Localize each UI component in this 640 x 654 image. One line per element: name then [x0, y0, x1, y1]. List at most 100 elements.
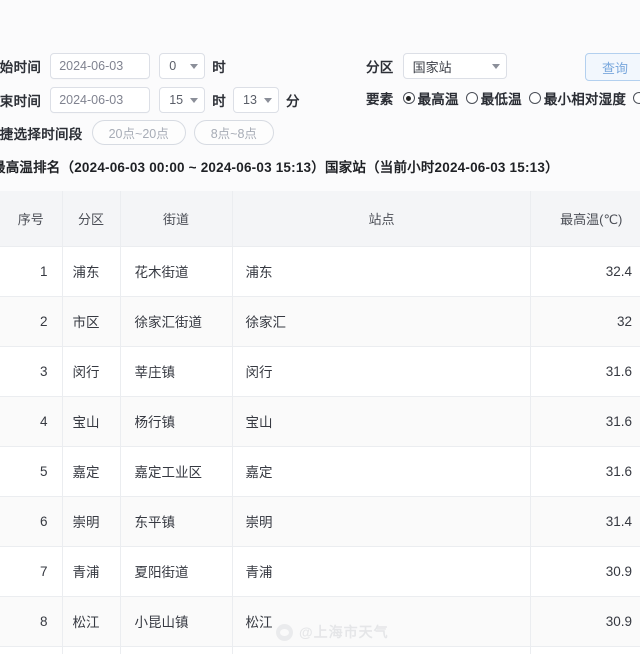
radio-min-temp[interactable]: 最低温 [465, 88, 522, 108]
cell-value: 30.3 [530, 646, 640, 654]
radio-dot-icon [465, 92, 478, 104]
cell-value: 31.6 [530, 446, 640, 497]
end-minute-select[interactable]: 13 [233, 87, 280, 113]
end-minute-unit: 分 [286, 94, 300, 109]
end-time-label: 结束时间 [0, 94, 42, 109]
region-value: 国家站 [412, 59, 452, 75]
table-row[interactable]: 8 松江 小昆山镇 松江 30.9 [0, 596, 640, 647]
cell-value: 30.9 [530, 596, 640, 647]
quick-option-20to20[interactable]: 20点~20点 [91, 120, 186, 145]
cell-area: 宝山 [62, 396, 121, 447]
end-hour-unit: 时 [212, 94, 227, 109]
cell-street: 徐家汇街道 [120, 296, 233, 347]
column-header-street[interactable]: 街道 [120, 191, 233, 247]
column-header-index[interactable]: 序号 [0, 191, 63, 247]
column-header-value[interactable]: 最高温(℃) [530, 191, 640, 247]
cell-value: 32.4 [530, 246, 640, 297]
cell-street: 惠南镇 [120, 646, 233, 654]
cell-street: 杨行镇 [120, 396, 233, 447]
cell-site: 松江 [232, 596, 531, 647]
table-row[interactable]: 4 宝山 杨行镇 宝山 31.6 [0, 396, 640, 447]
element-label: 要素 [366, 92, 394, 107]
column-header-site[interactable]: 站点 [232, 191, 531, 247]
ranking-table-wrap: 序号 分区 街道 站点 最高温(℃) 1 浦东 花木街道 浦东 32.4 2 市区 徐家汇街道… [0, 191, 640, 654]
cell-index: 4 [0, 396, 63, 447]
cell-value: 32 [530, 296, 640, 347]
cell-area: 浦东 [62, 246, 121, 297]
element-radio-group: 最高温 最低温 最小相对湿度 [402, 88, 640, 108]
radio-max-temp[interactable]: 最高温 [402, 88, 459, 108]
cell-area: 闵行 [62, 346, 121, 397]
cell-site: 崇明 [232, 496, 531, 547]
radio-min-humidity[interactable]: 最小相对湿度 [528, 88, 627, 108]
cell-index: 9 [0, 646, 63, 654]
table-row[interactable]: 3 闵行 莘庄镇 闵行 31.6 [0, 346, 640, 397]
radio-dot-icon [633, 92, 640, 104]
cell-street: 莘庄镇 [120, 346, 233, 397]
start-time-row: 起始时间 2024-06-03 0 时 [0, 53, 233, 79]
cell-street: 夏阳街道 [120, 546, 233, 597]
cell-site: 闵行 [232, 346, 531, 397]
quick-select-row: 快捷选择时间段 20点~20点 8点~8点 [0, 120, 282, 145]
region-select[interactable]: 国家站 [402, 53, 507, 79]
chevron-down-icon [491, 64, 500, 69]
radio-min-humidity-label: 最小相对湿度 [543, 92, 627, 107]
end-hour-select[interactable]: 15 [159, 87, 206, 113]
cell-area: 松江 [62, 596, 121, 647]
cell-area: 崇明 [62, 496, 121, 547]
region-label: 分区 [366, 60, 394, 75]
cell-site: 青浦 [232, 546, 531, 597]
end-time-row: 结束时间 2024-06-03 15 时 13 分 [0, 87, 307, 113]
cell-index: 3 [0, 346, 63, 397]
cell-site: 宝山 [232, 396, 531, 447]
element-row: 要素 最高温 最低温 最小相对湿度 [366, 88, 640, 108]
start-date-input[interactable]: 2024-06-03 [50, 53, 151, 79]
start-hour-select[interactable]: 0 [159, 53, 206, 79]
end-date-input[interactable]: 2024-06-03 [50, 87, 151, 113]
radio-dot-icon [528, 92, 541, 104]
table-row[interactable]: 2 市区 徐家汇街道 徐家汇 32 [0, 296, 640, 347]
chevron-down-icon [264, 98, 273, 103]
cell-index: 1 [0, 246, 63, 297]
cell-index: 8 [0, 596, 63, 647]
chevron-down-icon [190, 98, 199, 103]
cell-site: 嘉定 [232, 446, 531, 497]
cell-site: 徐家汇 [232, 296, 531, 347]
start-hour-value: 0 [169, 59, 177, 73]
table-row[interactable]: 6 崇明 东平镇 崇明 31.4 [0, 496, 640, 547]
cell-index: 7 [0, 546, 63, 597]
cell-area: 浦东 [62, 646, 121, 654]
radio-max-temp-label: 最高温 [417, 92, 459, 107]
cell-street: 小昆山镇 [120, 596, 233, 647]
radio-min-temp-label: 最低温 [480, 92, 522, 107]
query-form: 起始时间 2024-06-03 0 时 结束时间 2024-06-03 15 时… [0, 0, 640, 145]
cell-value: 31.6 [530, 346, 640, 397]
cell-street: 花木街道 [120, 246, 233, 297]
table-head: 序号 分区 街道 站点 最高温(℃) [0, 191, 640, 247]
column-header-area[interactable]: 分区 [62, 191, 121, 247]
quick-option-8to8[interactable]: 8点~8点 [193, 120, 274, 145]
query-button[interactable]: 查询 [585, 53, 640, 81]
cell-value: 30.9 [530, 546, 640, 597]
ranking-table: 序号 分区 街道 站点 最高温(℃) 1 浦东 花木街道 浦东 32.4 2 市区 徐家汇街道… [0, 191, 640, 654]
cell-area: 市区 [62, 296, 121, 347]
end-minute-value: 13 [243, 93, 257, 107]
radio-element-4[interactable] [633, 92, 640, 104]
region-row: 分区 国家站 [366, 53, 507, 79]
chevron-down-icon [190, 64, 199, 69]
start-time-label: 起始时间 [0, 60, 42, 75]
table-body: 1 浦东 花木街道 浦东 32.4 2 市区 徐家汇街道 徐家汇 32 3 闵行 莘庄镇 闵行 31.6 4 宝… [0, 246, 640, 654]
start-hour-unit: 时 [212, 60, 227, 75]
weather-ranking-page: 起始时间 2024-06-03 0 时 结束时间 2024-06-03 15 时… [0, 0, 640, 654]
cell-site: 浦东 [232, 246, 531, 297]
cell-index: 6 [0, 496, 63, 547]
cell-value: 31.4 [530, 496, 640, 547]
radio-dot-icon [402, 92, 415, 104]
cell-value: 31.6 [530, 396, 640, 447]
table-row[interactable]: 5 嘉定 嘉定工业区 嘉定 31.6 [0, 446, 640, 497]
cell-index: 5 [0, 446, 63, 497]
table-header-row: 序号 分区 街道 站点 最高温(℃) [0, 191, 640, 247]
table-row[interactable]: 7 青浦 夏阳街道 青浦 30.9 [0, 546, 640, 597]
table-row[interactable]: 1 浦东 花木街道 浦东 32.4 [0, 246, 640, 297]
table-row[interactable]: 9浦东惠南镇惠南30.3 [0, 646, 640, 654]
